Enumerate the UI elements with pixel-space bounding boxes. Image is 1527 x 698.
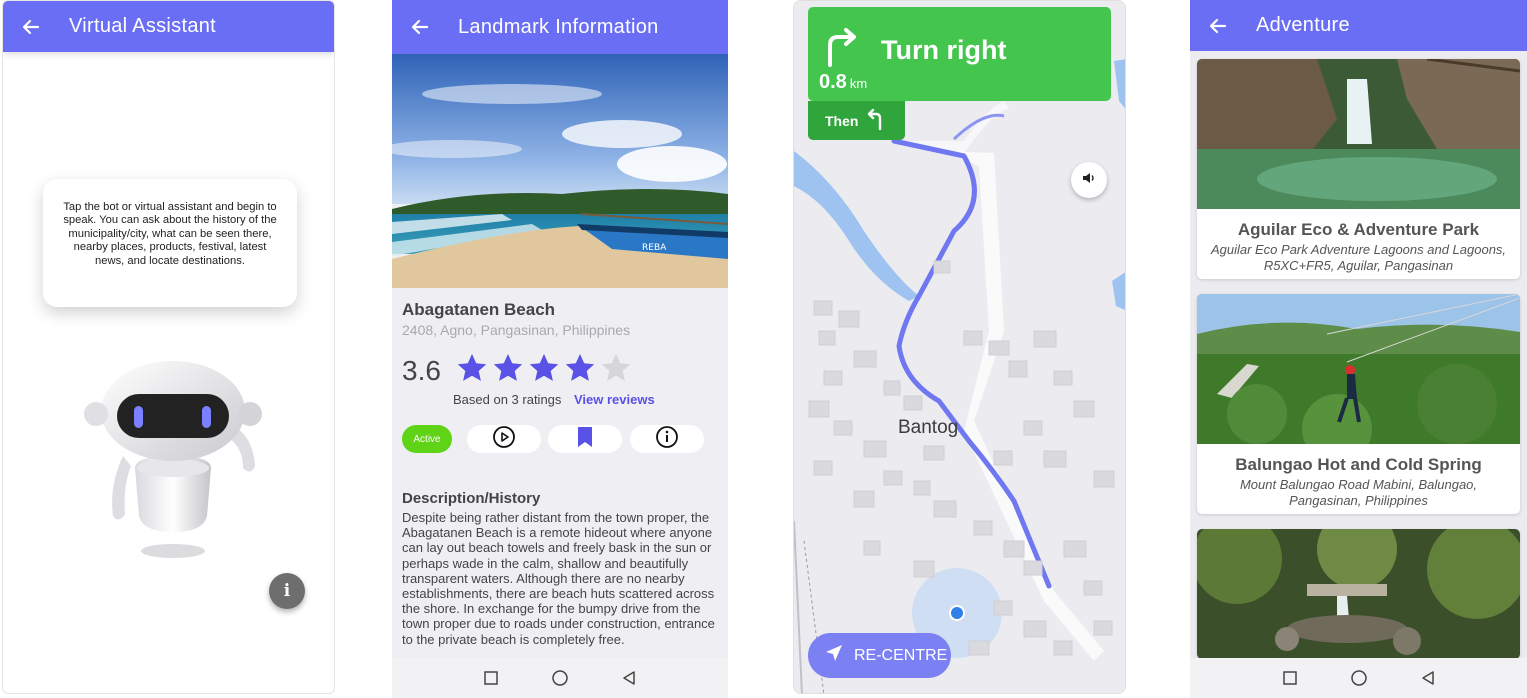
navigation-arrow-icon <box>824 643 844 668</box>
svg-text:REBA: REBA <box>642 243 667 253</box>
place-title: Aguilar Eco & Adventure Park <box>1237 220 1480 239</box>
rating-value: 3.6 <box>402 355 441 386</box>
description-heading: Description/History <box>402 490 541 507</box>
turn-instruction-banner: Turn right 0.8 km <box>808 7 1111 101</box>
robot-assistant[interactable] <box>83 356 263 566</box>
system-nav-bar <box>392 658 728 698</box>
turn-left-icon <box>866 108 886 133</box>
back-arrow-icon[interactable] <box>1204 12 1232 40</box>
page-title: Landmark Information <box>458 15 659 38</box>
page-title: Virtual Assistant <box>69 15 217 37</box>
home-icon[interactable] <box>1350 669 1368 687</box>
recents-icon[interactable] <box>483 670 499 686</box>
bookmark-icon <box>575 426 595 453</box>
place-title: Balungao Hot and Cold Spring <box>1235 455 1482 474</box>
app-bar: Landmark Information <box>392 0 728 54</box>
place-photo <box>1197 294 1520 444</box>
star-filled-icon <box>457 354 487 381</box>
page-title: Adventure <box>1256 14 1350 36</box>
back-arrow-icon[interactable] <box>406 13 434 41</box>
home-icon[interactable] <box>551 669 569 687</box>
place-address: Mount Balungao Road Mabini, Balungao, Pa… <box>1239 477 1478 508</box>
distance-unit: km <box>849 76 868 91</box>
description-text: Despite being rather distant from the to… <box>402 510 715 647</box>
then-label: Then <box>825 112 859 129</box>
star-filled-icon <box>493 354 523 381</box>
info-icon[interactable]: i <box>269 573 305 609</box>
place-card[interactable]: Balungao Hot and Cold Spring Mount Balun… <box>1197 294 1520 514</box>
bookmark-button[interactable] <box>548 425 622 453</box>
landmark-photo: REBA <box>392 54 728 288</box>
recentre-button[interactable]: RE-CENTRE <box>808 633 951 678</box>
place-card[interactable]: Aguilar Eco & Adventure Park Aguilar Eco… <box>1197 59 1520 279</box>
turn-right-icon <box>822 27 862 72</box>
star-rating <box>456 352 632 384</box>
sound-toggle-button[interactable] <box>1071 162 1107 198</box>
star-filled-icon <box>529 354 559 381</box>
app-bar: Adventure <box>1190 0 1527 51</box>
info-button[interactable] <box>630 425 704 453</box>
view-reviews-link[interactable]: View reviews <box>574 392 655 407</box>
adventure-screen: Adventure Aguilar Eco & Adventure Park A… <box>1190 0 1527 698</box>
speaker-icon <box>1081 170 1097 191</box>
virtual-assistant-screen: Virtual Assistant Tap the bot or virtual… <box>2 0 335 694</box>
status-badge[interactable]: Active <box>402 425 452 453</box>
back-icon[interactable] <box>1420 670 1436 686</box>
place-photo <box>1197 529 1520 659</box>
play-icon <box>492 425 516 454</box>
back-icon[interactable] <box>621 670 637 686</box>
play-button[interactable] <box>467 425 541 453</box>
star-filled-icon <box>565 354 595 381</box>
system-nav-bar <box>1190 658 1527 698</box>
place-photo <box>1197 59 1520 209</box>
recents-icon[interactable] <box>1282 670 1298 686</box>
landmark-screen: Landmark Information REBA Abagatanen Bea… <box>392 0 728 698</box>
distance-value: 0.8 <box>819 71 847 93</box>
landmark-address: 2408, Agno, Pangasinan, Philippines <box>402 322 631 338</box>
turn-instruction: Turn right <box>881 35 1007 65</box>
back-arrow-icon[interactable] <box>17 13 45 41</box>
recentre-label: RE-CENTRE <box>854 646 948 664</box>
place-address: Aguilar Eco Park Adventure Lagoons and L… <box>1210 242 1507 273</box>
distance-readout: 0.8 km <box>819 71 867 94</box>
app-bar: Virtual Assistant <box>3 1 334 52</box>
landmark-name: Abagatanen Beach <box>402 300 556 319</box>
navigation-screen: Turn right 0.8 km Then Bantog RE-CENTRE <box>793 0 1126 694</box>
info-icon <box>655 425 679 454</box>
map-place-label: Bantog <box>898 417 959 438</box>
star-empty-icon <box>601 354 631 381</box>
place-card[interactable] <box>1197 529 1520 659</box>
rating-count: Based on 3 ratings <box>453 392 562 407</box>
instruction-bubble: Tap the bot or virtual assistant and beg… <box>43 179 297 307</box>
next-turn-banner: Then <box>808 101 905 140</box>
